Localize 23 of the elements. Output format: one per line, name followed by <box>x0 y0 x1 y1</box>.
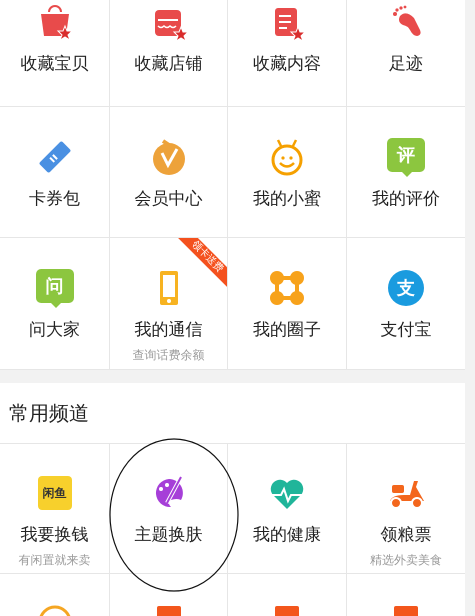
fish-logo-icon: 闲鱼 <box>38 476 72 510</box>
grid-item[interactable]: 收藏内容 <box>228 0 347 107</box>
grid-item[interactable]: 评 我的评价 <box>347 107 465 238</box>
item-subtitle: 查询话费余额 <box>132 347 204 364</box>
grid-item[interactable]: 会员中心 <box>110 107 228 238</box>
grid-item[interactable]: 我的圈子 <box>228 238 347 370</box>
grid-item[interactable]: 足迹 <box>347 0 465 107</box>
grid-item[interactable]: 支 支付宝 <box>347 238 465 370</box>
grid-item[interactable]: 收藏店铺 <box>110 0 228 107</box>
grid-item[interactable]: 主题换肤 <box>110 444 228 574</box>
item-subtitle: 有闲置就来卖 <box>18 552 90 569</box>
grid-item[interactable]: 问 问大家 <box>0 238 110 370</box>
section-header: 常用频道 <box>0 383 465 444</box>
alipay-icon: 支 <box>388 270 424 306</box>
item-subtitle: 精选外卖美食 <box>370 552 442 569</box>
grid-item[interactable]: 我的小蜜 <box>228 107 347 238</box>
grid-item[interactable]: 闲鱼 我要换钱 有闲置就来卖 <box>0 444 110 574</box>
grid-item[interactable]: 收藏宝贝 <box>0 0 110 107</box>
grid-item[interactable]: 卡券包 <box>0 107 110 238</box>
circle-network-icon <box>267 268 307 308</box>
grid-item[interactable]: 领粮票 精选外卖美食 <box>347 444 465 574</box>
grid-item[interactable]: 我的通信 查询话费余额 领卡送费 <box>110 238 228 370</box>
grid-item[interactable]: 我的健康 <box>228 444 347 574</box>
